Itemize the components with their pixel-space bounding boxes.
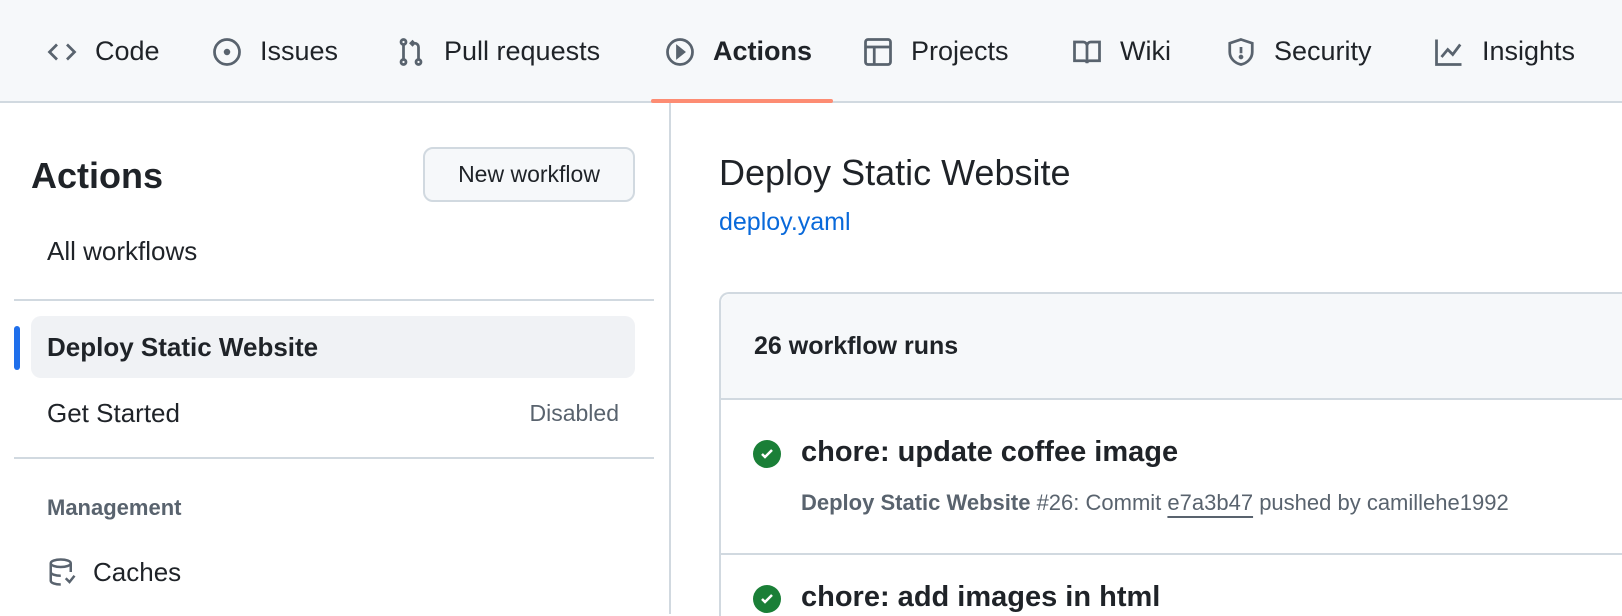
database-icon — [49, 558, 76, 586]
sidebar-item-caches[interactable]: Caches — [31, 541, 635, 603]
pull-request-icon — [399, 37, 423, 66]
tab-actions[interactable]: Actions — [665, 0, 812, 103]
table-icon — [864, 37, 892, 66]
tab-label: Wiki — [1120, 36, 1171, 66]
sidebar-item-label: Get Started — [47, 397, 180, 428]
tab-code[interactable]: Code — [47, 0, 160, 103]
tab-label: Projects — [911, 36, 1009, 66]
sidebar-item-label: All workflows — [47, 235, 198, 266]
sidebar-title: Actions — [31, 155, 164, 196]
run-title[interactable]: chore: add images in html — [801, 583, 1160, 612]
management-heading: Management — [47, 495, 182, 520]
graph-icon — [1435, 39, 1462, 66]
run-pushed-by: pushed by camillehe1992 — [1259, 490, 1509, 515]
shield-icon — [1228, 37, 1254, 66]
tab-wiki[interactable]: Wiki — [1072, 0, 1171, 103]
sidebar-divider — [669, 103, 671, 614]
sidebar-item-label: Caches — [93, 556, 182, 587]
tab-label: Insights — [1482, 36, 1576, 66]
workflow-file-link[interactable]: deploy.yaml — [719, 208, 851, 237]
workflow-runs-list: 26 workflow runs chore: update coffee im… — [719, 292, 1622, 616]
tab-label: Actions — [713, 36, 813, 66]
issue-icon — [213, 37, 241, 66]
disabled-badge: Disabled — [529, 399, 620, 426]
sidebar-item-label: Deploy Static Website — [47, 331, 319, 362]
success-check-icon — [753, 440, 781, 468]
tab-security[interactable]: Security — [1226, 0, 1372, 103]
tab-label: Pull requests — [444, 36, 601, 66]
tab-label: Code — [95, 36, 160, 66]
new-workflow-button[interactable]: New workflow — [423, 147, 635, 202]
run-title[interactable]: chore: update coffee image — [801, 438, 1178, 467]
tab-insights[interactable]: Insights — [1434, 0, 1575, 103]
play-icon — [666, 37, 694, 66]
divider — [14, 299, 654, 301]
divider — [14, 457, 654, 459]
runs-count: 26 workflow runs — [721, 294, 1622, 400]
workflow-run-row[interactable]: chore: update coffee image Deploy Static… — [721, 400, 1622, 555]
selected-indicator — [14, 326, 20, 370]
sidebar-item-deploy-static-website[interactable]: Deploy Static Website — [31, 316, 635, 378]
commit-sha-link[interactable]: e7a3b47 — [1167, 490, 1253, 515]
workflow-title: Deploy Static Website — [719, 152, 1071, 193]
workflow-run-row[interactable]: chore: add images in html — [721, 555, 1622, 616]
run-details: Deploy Static Website #26: Commit e7a3b4… — [801, 490, 1509, 516]
tab-label: Security — [1274, 36, 1372, 66]
active-tab-underline — [651, 99, 833, 103]
tab-issues[interactable]: Issues — [212, 0, 338, 103]
sidebar-item-get-started[interactable]: Get Started Disabled — [31, 382, 635, 444]
sidebar-item-all-workflows[interactable]: All workflows — [31, 220, 635, 282]
tab-pull-requests[interactable]: Pull requests — [396, 0, 600, 103]
success-check-icon — [753, 585, 781, 613]
code-icon — [47, 43, 77, 60]
repo-nav: Code Issues Pull requests Actions Projec… — [0, 0, 1622, 103]
tab-label: Issues — [260, 36, 339, 66]
tab-projects[interactable]: Projects — [863, 0, 1009, 103]
run-number: #26: Commit — [1036, 490, 1162, 515]
run-workflow-name: Deploy Static Website — [801, 490, 1031, 515]
book-icon — [1073, 40, 1101, 64]
